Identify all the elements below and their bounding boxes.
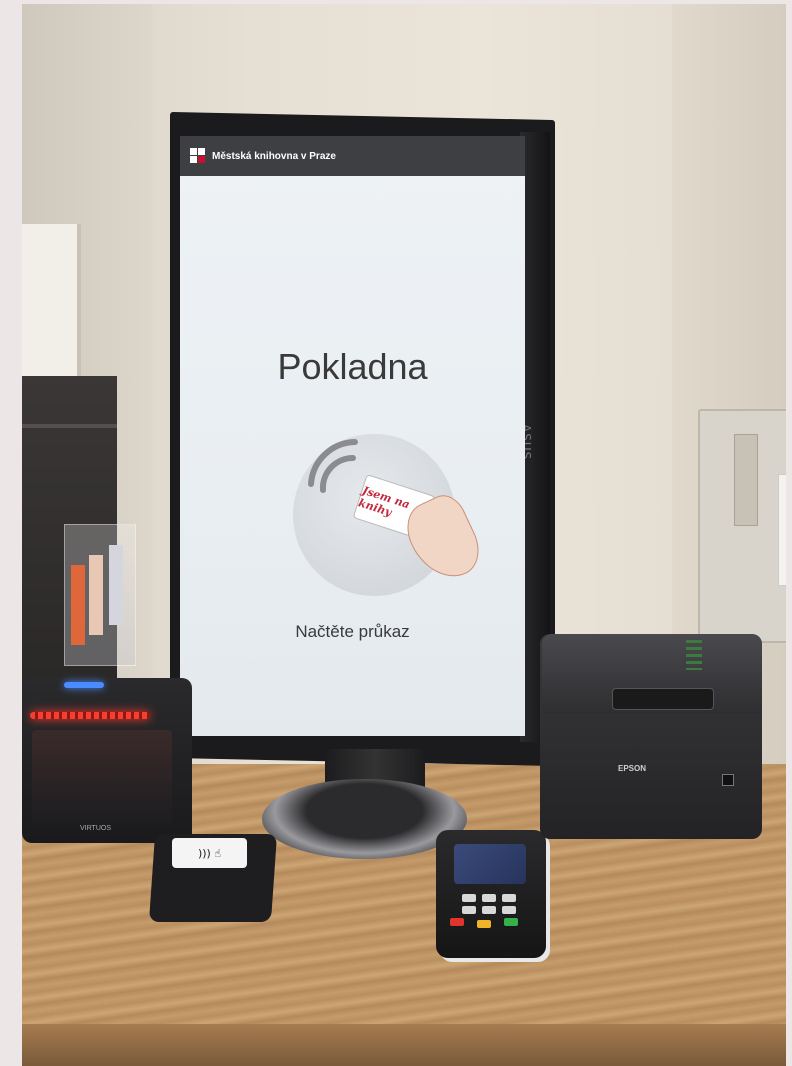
terminal-key[interactable] <box>462 894 476 902</box>
terminal-clear-key[interactable] <box>477 920 491 928</box>
scanner-window <box>32 730 172 825</box>
photo-scene: ASUS Městská knihovna v Praze Pokladna J… <box>22 4 786 1066</box>
terminal-key[interactable] <box>462 906 476 914</box>
wall-handle <box>734 434 758 526</box>
terminal-key[interactable] <box>502 894 516 902</box>
terminal-key[interactable] <box>502 906 516 914</box>
page-title: Pokladna <box>277 346 428 387</box>
terminal-key[interactable] <box>482 906 496 914</box>
library-logo-icon <box>190 148 206 164</box>
terminal-enter-key[interactable] <box>504 918 518 926</box>
brochure-stand <box>64 524 136 666</box>
instruction-text: Načtěte průkaz <box>295 622 410 641</box>
scanner-status-light <box>64 682 104 688</box>
terminal-key[interactable] <box>482 894 496 902</box>
scanner-red-leds <box>30 712 150 719</box>
scanner-brand: VIRTUOS <box>80 825 111 832</box>
terminal-cancel-key[interactable] <box>450 918 464 926</box>
kiosk-screen[interactable]: Městská knihovna v Praze Pokladna Jsem n… <box>180 136 525 736</box>
nfc-symbol-icon: ))) ☝ <box>172 838 247 868</box>
brochure <box>109 545 123 625</box>
brochure <box>89 555 103 635</box>
desk-edge <box>22 1024 786 1066</box>
printer-paper-slot <box>612 688 714 710</box>
printer-brand: EPSON <box>618 764 647 773</box>
shelf-edge <box>22 424 117 428</box>
door-frame <box>22 224 81 384</box>
brand-name: Městská knihovna v Praze <box>212 150 336 162</box>
printer-status-leds <box>686 640 702 670</box>
terminal-screen <box>454 844 526 884</box>
wall-sign <box>778 474 786 586</box>
screen-header: Městská knihovna v Praze <box>180 136 525 176</box>
brochure <box>71 565 85 645</box>
printer-feed-button[interactable] <box>722 774 734 786</box>
